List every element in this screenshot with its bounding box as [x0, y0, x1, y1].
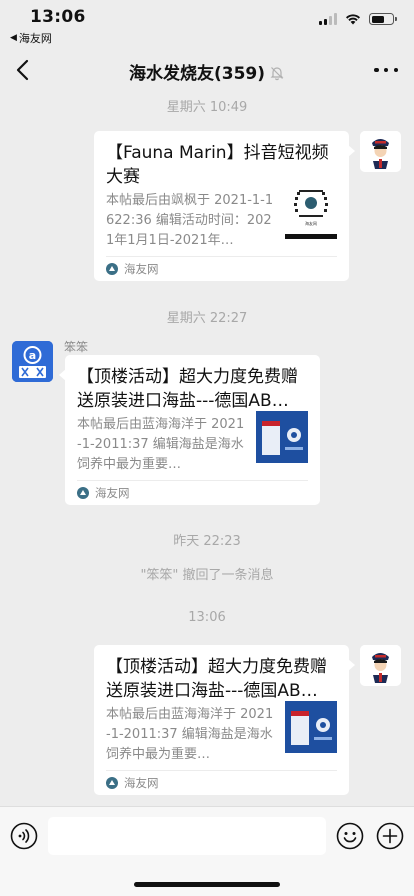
haiyou-logo-icon — [106, 263, 118, 275]
card-divider — [106, 256, 337, 257]
status-icons — [319, 13, 397, 25]
sea-salt-box-icon — [256, 411, 308, 463]
voice-input-icon[interactable] — [10, 822, 38, 850]
card-source: 海友网 — [77, 485, 130, 501]
card-title: 【顶楼活动】超大力度免费赠送原装进口海盐---德国AB… — [77, 367, 298, 411]
card-source: 海友网 — [106, 775, 159, 791]
card-description: 本帖最后由飒枫于 2021-1-1622:36 编辑活动时间：2021年1月1日… — [106, 193, 274, 248]
card-divider — [106, 770, 337, 771]
message-timestamp: 13:06 — [188, 610, 226, 625]
chat-input-bar — [0, 806, 414, 896]
chat-title: 海水发烧友(359) — [0, 59, 414, 84]
battery-icon — [369, 13, 397, 25]
message-timestamp: 星期六 22:27 — [166, 311, 248, 326]
cellular-signal-icon — [319, 13, 337, 25]
my-avatar[interactable] — [360, 131, 401, 172]
message-input[interactable] — [48, 817, 326, 855]
more-dot-icon — [393, 67, 398, 73]
more-options-button[interactable] — [374, 61, 398, 79]
card-description: 本帖最后由蓝海海洋于 2021-1-2011:37 编辑海盐是海水饲养中最为重要… — [77, 417, 245, 472]
card-thumbnail: 海友网 — [285, 187, 337, 239]
home-indicator[interactable] — [134, 882, 280, 887]
recall-notice: "笨笨" 撤回了一条消息 — [140, 568, 274, 583]
benben-avatar-icon: a — [12, 341, 53, 382]
group-name: 海水发烧友(359) — [128, 64, 266, 84]
card-source-name: 海友网 — [124, 776, 159, 790]
mute-bell-icon — [270, 67, 284, 81]
card-title: 【Fauna Marin】抖音短视频大赛 — [106, 143, 329, 187]
more-dot-icon — [383, 67, 389, 73]
card-divider — [77, 480, 308, 481]
status-time: 13:06 — [30, 7, 86, 27]
cartoon-sailor-avatar-icon — [360, 645, 401, 686]
haiyou-logo-icon — [106, 777, 118, 789]
card-source: 海友网 — [106, 261, 159, 277]
back-to-app-link[interactable]: ◀ 海友网 — [10, 30, 52, 46]
cartoon-sailor-avatar-icon — [360, 131, 401, 172]
shared-link-card[interactable]: 【顶楼活动】超大力度免费赠送原装进口海盐---德国AB… 本帖最后由蓝海海洋于 … — [94, 645, 355, 795]
plus-icon[interactable] — [376, 822, 404, 850]
sea-salt-box-icon — [285, 701, 337, 753]
haiyou-logo-icon — [77, 487, 89, 499]
svg-text:a: a — [29, 349, 36, 362]
card-source-name: 海友网 — [124, 262, 159, 276]
card-thumbnail — [285, 701, 337, 753]
status-bar: 13:06 ◀ 海友网 — [0, 0, 414, 46]
more-dot-icon — [374, 67, 379, 73]
emoji-icon[interactable] — [336, 822, 364, 850]
my-avatar[interactable] — [360, 645, 401, 686]
back-triangle-icon: ◀ — [10, 33, 17, 43]
svg-text:海友网: 海友网 — [305, 220, 317, 226]
qr-code-icon: 海友网 — [285, 187, 337, 239]
message-timestamp: 星期六 10:49 — [166, 100, 248, 115]
back-app-label: 海友网 — [18, 32, 52, 45]
card-title: 【顶楼活动】超大力度免费赠送原装进口海盐---德国AB… — [106, 657, 327, 701]
message-timestamp: 昨天 22:23 — [173, 534, 241, 549]
shared-link-card[interactable]: 【Fauna Marin】抖音短视频大赛 本帖最后由飒枫于 2021-1-162… — [94, 131, 355, 281]
card-source-name: 海友网 — [95, 486, 130, 500]
chat-nav-bar: 海水发烧友(359) — [0, 48, 414, 92]
wifi-icon — [346, 14, 360, 25]
card-thumbnail — [256, 411, 308, 463]
sender-avatar[interactable]: a — [12, 341, 53, 382]
shared-link-card[interactable]: 【顶楼活动】超大力度免费赠送原装进口海盐---德国AB… 本帖最后由蓝海海洋于 … — [59, 355, 320, 505]
card-description: 本帖最后由蓝海海洋于 2021-1-2011:37 编辑海盐是海水饲养中最为重要… — [106, 707, 274, 762]
sender-name: 笨笨 — [64, 340, 89, 354]
